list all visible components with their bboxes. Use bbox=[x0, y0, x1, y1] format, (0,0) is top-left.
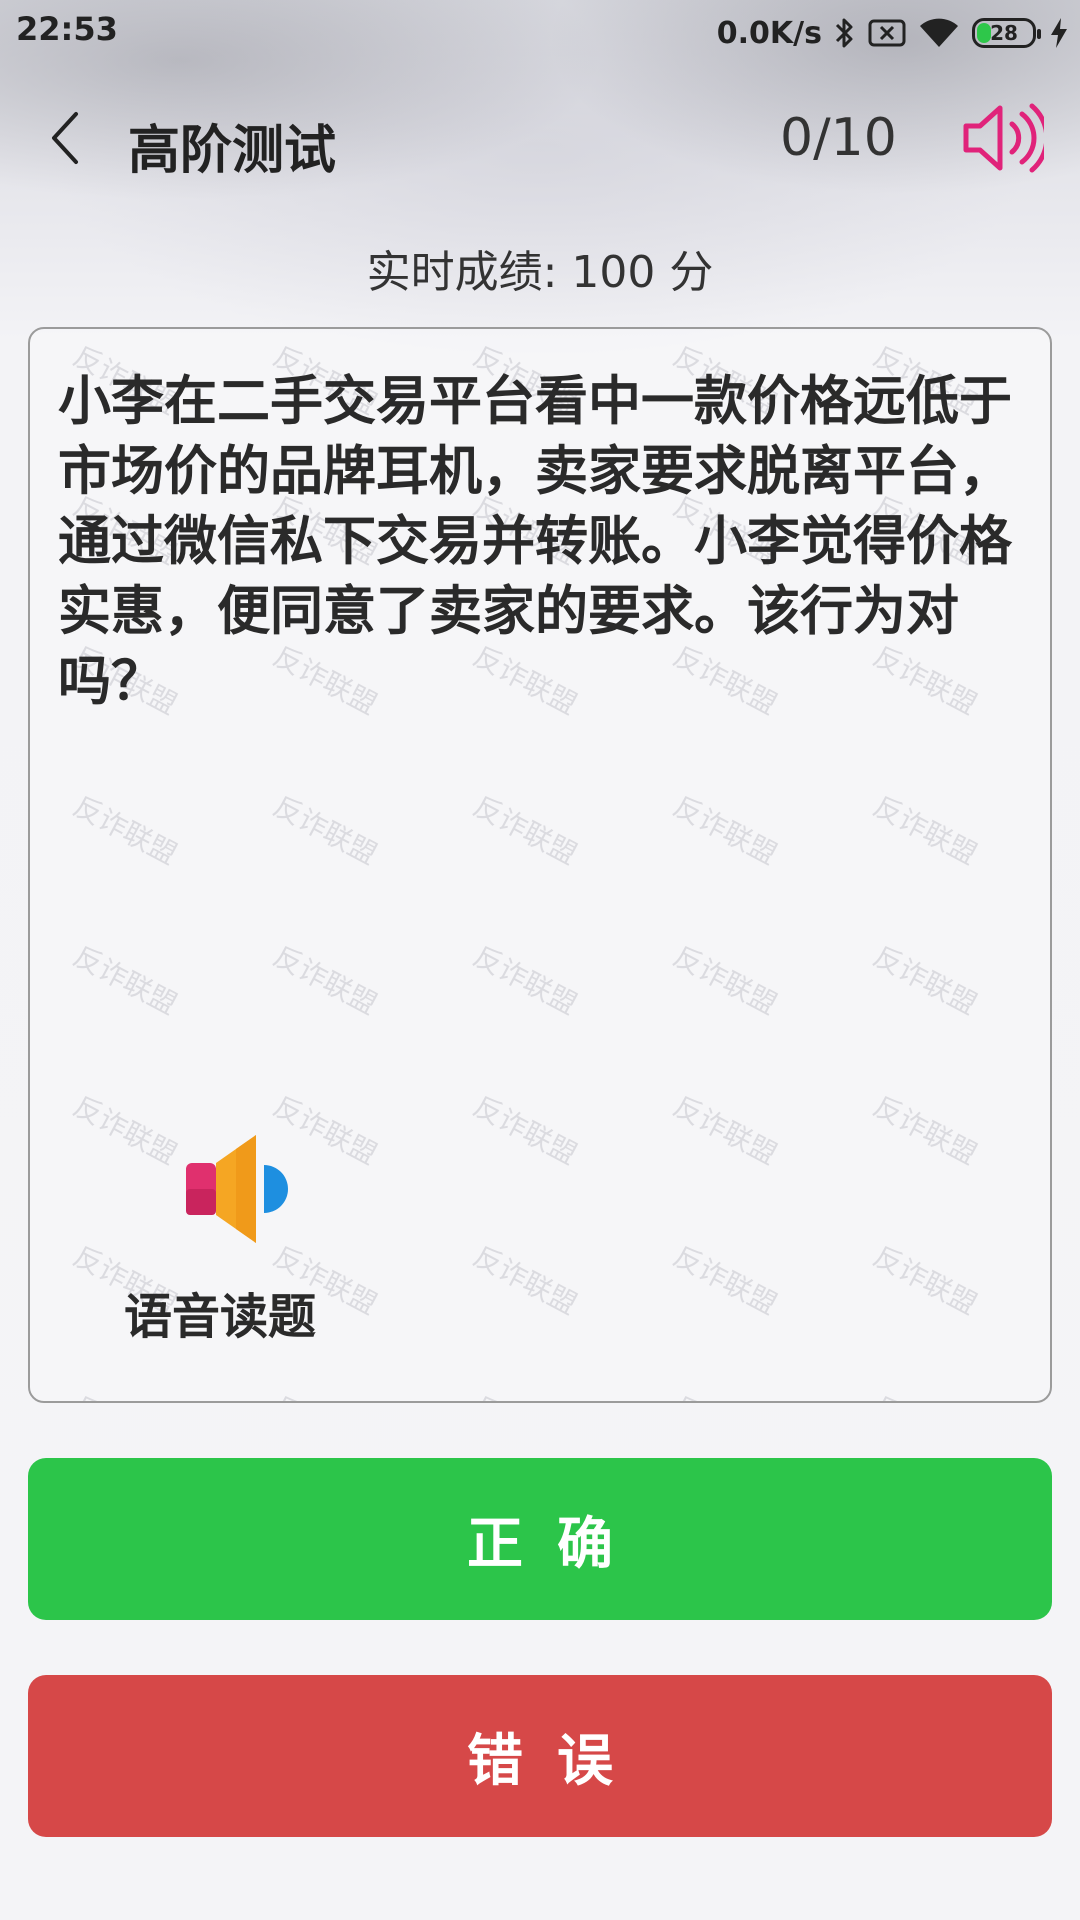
watermark-text: 反诈联盟 bbox=[468, 939, 583, 1022]
watermark-text: 反诈联盟 bbox=[668, 1239, 783, 1322]
page-title: 高阶测试 bbox=[128, 121, 337, 181]
watermark-text: 反诈联盟 bbox=[467, 1385, 585, 1401]
watermark-text: 反诈联盟 bbox=[668, 1089, 783, 1172]
chevron-left-icon bbox=[52, 112, 78, 164]
wifi-icon bbox=[920, 18, 958, 47]
watermark-text: 反诈联盟 bbox=[867, 1385, 985, 1401]
battery-icon: 28 bbox=[972, 18, 1041, 48]
answer-wrong-button[interactable]: 错误 bbox=[28, 1675, 1052, 1837]
question-card: 反诈联盟 反诈联盟 反诈联盟 反诈联盟 反诈联盟 反诈联盟 反诈联盟 反诈联盟 反诈联盟 反诈联盟… bbox=[28, 327, 1052, 1403]
charging-icon bbox=[1051, 18, 1067, 48]
watermark-text: 反诈联盟 bbox=[868, 939, 983, 1022]
watermark-text: 反诈联盟 bbox=[668, 789, 783, 872]
battery-fill bbox=[977, 23, 991, 43]
status-icons: 0.0K/s 28 bbox=[717, 10, 1070, 56]
watermark-text: 反诈联盟 bbox=[68, 939, 183, 1022]
header: 高阶测试 0/10 bbox=[0, 88, 1080, 188]
status-bar: 22:53 0.0K/s 28 bbox=[0, 0, 1080, 66]
watermark-text: 反诈联盟 bbox=[668, 939, 783, 1022]
voice-read-label: 语音读题 bbox=[123, 1289, 316, 1345]
sound-toggle-button[interactable] bbox=[960, 100, 1050, 176]
watermark-text: 反诈联盟 bbox=[67, 1385, 185, 1401]
back-button[interactable] bbox=[40, 106, 96, 170]
sim-none-icon bbox=[868, 19, 906, 47]
watermark-text: 反诈联盟 bbox=[468, 1239, 583, 1322]
bluetooth-icon bbox=[835, 18, 853, 48]
watermark-text: 反诈联盟 bbox=[868, 1239, 983, 1322]
watermark-text: 反诈联盟 bbox=[468, 789, 583, 872]
watermark-text: 反诈联盟 bbox=[68, 789, 183, 872]
watermark-text: 反诈联盟 bbox=[267, 1385, 385, 1401]
battery-cap bbox=[1037, 29, 1041, 39]
watermark-text: 反诈联盟 bbox=[268, 789, 383, 872]
voice-read-button[interactable]: 语音读题 bbox=[120, 1129, 320, 1349]
watermark-text: 反诈联盟 bbox=[868, 789, 983, 872]
network-speed: 0.0K/s bbox=[716, 15, 822, 51]
status-time: 22:53 bbox=[16, 10, 118, 48]
read-aloud-speaker-icon bbox=[186, 1135, 288, 1243]
realtime-score: 实时成绩: 100 分 bbox=[366, 247, 714, 298]
question-text: 小李在二手交易平台看中一款价格远低于市场价的品牌耳机，卖家要求脱离平台，通过微信… bbox=[58, 371, 1012, 712]
watermark-text: 反诈联盟 bbox=[468, 1089, 583, 1172]
watermark-text: 反诈联盟 bbox=[268, 939, 383, 1022]
watermark-text: 反诈联盟 bbox=[667, 1385, 785, 1401]
watermark-text: 反诈联盟 bbox=[868, 1089, 983, 1172]
answer-correct-button[interactable]: 正确 bbox=[28, 1458, 1052, 1620]
battery-level: 28 bbox=[990, 21, 1018, 45]
question-progress: 0/10 bbox=[780, 108, 897, 168]
speaker-icon bbox=[963, 103, 1050, 173]
